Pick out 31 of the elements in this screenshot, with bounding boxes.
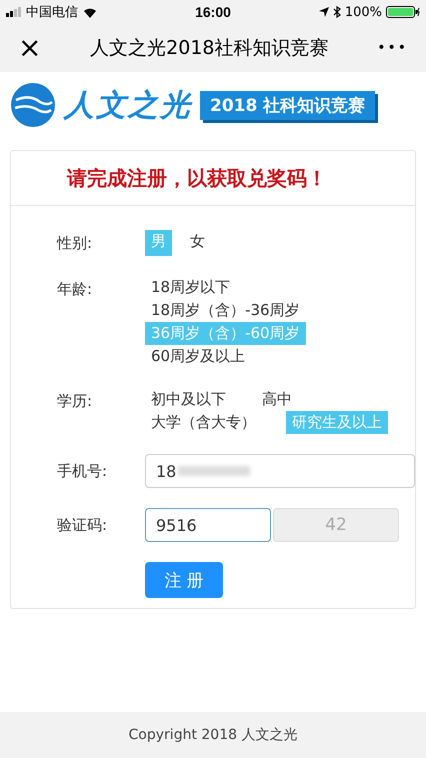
carrier-name: 中国电信 [26,4,78,21]
countdown-box: 42 [273,508,399,542]
field-label: 手机号: [57,461,108,482]
field-label: 性别: [57,233,94,254]
form-heading: 请完成注册，以获取兑奖码！ [67,164,327,192]
option-item[interactable]: 高中 [256,388,298,411]
wifi-icon [82,6,98,18]
option-item[interactable]: 初中及以下 [145,388,232,411]
globe-logo-icon [10,82,56,128]
page-title: 人文之光2018社科知识竞赛 [90,36,329,61]
more-button[interactable]: ••• [369,41,416,55]
option-item[interactable]: 18周岁以下 [145,276,306,299]
option-item[interactable]: 18周岁（含）-36周岁 [145,299,306,322]
copyright-text: Copyright 2018 人文之光 [128,726,298,744]
option-item[interactable]: 大学（含大专） [145,411,262,434]
phone-field[interactable]: 18 [145,454,415,488]
close-button[interactable]: × [10,34,50,62]
battery-icon [386,6,420,18]
option-item[interactable]: 女 [184,230,211,256]
battery-percent: 100% [344,4,382,20]
contest-banner: 2018 社科知识竞赛 [200,90,376,120]
field-label: 学历: [57,391,94,412]
option-item[interactable]: 60周岁及以上 [145,345,306,368]
signal-icon [6,7,22,17]
clock-time: 16:00 [195,4,231,20]
location-icon [318,7,329,17]
code-field[interactable]: 9516 [145,508,271,542]
bluetooth-icon [332,6,341,18]
field-label: 验证码: [57,515,108,536]
brand-name: 人文之光 [64,86,192,124]
field-label: 年龄: [57,279,94,300]
